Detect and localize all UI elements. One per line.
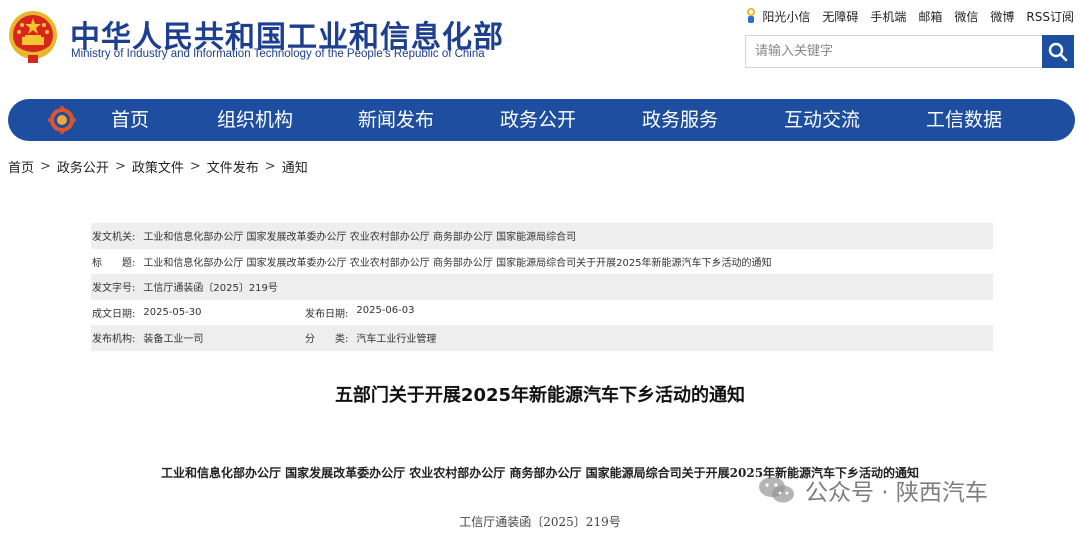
breadcrumb-separator: > <box>40 158 51 174</box>
breadcrumb-home[interactable]: 首页 <box>8 157 34 176</box>
top-link-rss[interactable]: RSS订阅 <box>1026 8 1074 25</box>
breadcrumb: 首页 > 政务公开 > 政策文件 > 文件发布 > 通知 <box>8 157 308 176</box>
search-input[interactable] <box>746 36 1042 67</box>
meta-label: 分 类: <box>305 334 349 346</box>
breadcrumb-doc-release[interactable]: 文件发布 <box>207 157 259 176</box>
meta-label: 标 题: <box>92 257 136 269</box>
breadcrumb-notice[interactable]: 通知 <box>282 157 308 176</box>
top-link-label: 阳光小信 <box>762 9 811 24</box>
breadcrumb-separator: > <box>189 158 201 174</box>
breadcrumb-separator: > <box>114 158 126 174</box>
meta-label: 成文日期: <box>92 308 136 320</box>
top-link-mail[interactable]: 邮箱 <box>918 8 942 25</box>
top-link-wechat[interactable]: 微信 <box>954 8 978 25</box>
ministry-logo-icon[interactable] <box>48 106 76 134</box>
search-box <box>745 35 1042 68</box>
national-emblem-icon[interactable] <box>8 10 58 64</box>
meta-col2: 分 类: 汽车工业行业管理 <box>305 330 436 345</box>
meta-row-title: 标 题: 工业和信息化部办公厅 国家发展改革委办公厅 农业农村部办公厅 商务部办… <box>91 249 993 275</box>
top-links: 阳光小信 无障碍 手机端 邮箱 微信 微博 RSS订阅 <box>744 6 1074 26</box>
meta-label: 发布机构: <box>92 334 136 346</box>
nav-item-news[interactable]: 新闻发布 <box>358 99 434 141</box>
watermark: 公众号 · 陕西汽车 <box>757 474 988 506</box>
breadcrumb-separator: > <box>264 158 276 174</box>
meta-value: 工业和信息化部办公厅 国家发展改革委办公厅 农业农村部办公厅 商务部办公厅 国家… <box>143 232 577 244</box>
nav-item-organization[interactable]: 组织机构 <box>217 99 293 141</box>
meta-row-issuer: 发文机关: 工业和信息化部办公厅 国家发展改革委办公厅 农业农村部办公厅 商务部… <box>91 223 993 249</box>
meta-row-org: 发布机构: 装备工业一司 分 类: 汽车工业行业管理 <box>91 325 993 351</box>
wechat-icon <box>759 477 794 503</box>
main-nav: 首页 组织机构 新闻发布 政务公开 政务服务 互动交流 工信数据 <box>8 99 1075 141</box>
meta-value: 装备工业一司 <box>143 334 204 346</box>
top-link-mobile[interactable]: 手机端 <box>870 8 906 25</box>
nav-item-gov-services[interactable]: 政务服务 <box>642 99 718 141</box>
nav-item-interaction[interactable]: 互动交流 <box>784 99 860 141</box>
top-link-accessibility[interactable]: 无障碍 <box>822 8 858 25</box>
nav-item-gov-affairs[interactable]: 政务公开 <box>500 99 576 141</box>
meta-label: 发布日期: <box>305 308 349 320</box>
site-title-en[interactable]: Ministry of Industry and Information Tec… <box>71 48 485 60</box>
article-doc-number: 工信厅通装函〔2025〕219号 <box>459 515 621 529</box>
meta-row-dates: 成文日期: 2025-05-30 发布日期: 2025-06-03 <box>91 300 993 326</box>
meta-label: 发文机关: <box>92 232 136 244</box>
meta-label: 发文字号: <box>92 283 136 295</box>
meta-value: 工业和信息化部办公厅 国家发展改革委办公厅 农业农村部办公厅 商务部办公厅 国家… <box>143 257 772 269</box>
meta-value: 2025-05-30 <box>143 306 202 318</box>
breadcrumb-gov-affairs[interactable]: 政务公开 <box>57 157 109 176</box>
meta-col2: 发布日期: 2025-06-03 <box>305 305 415 320</box>
watermark-text: 公众号 · 陕西汽车 <box>805 480 988 506</box>
meta-value: 2025-06-03 <box>356 304 415 316</box>
article-title: 五部门关于开展2025年新能源汽车下乡活动的通知 <box>334 385 746 406</box>
search-icon <box>1048 42 1068 61</box>
top-link-sunshine[interactable]: 阳光小信 <box>744 7 810 25</box>
meta-value: 汽车工业行业管理 <box>356 334 437 346</box>
breadcrumb-policy-docs[interactable]: 政策文件 <box>132 157 184 176</box>
site-header: 中华人民共和国工业和信息化部 Ministry of Industry and … <box>0 0 1080 98</box>
nav-item-home[interactable]: 首页 <box>111 99 149 141</box>
search-button[interactable] <box>1042 35 1074 68</box>
document-meta-table: 发文机关: 工业和信息化部办公厅 国家发展改革委办公厅 农业农村部办公厅 商务部… <box>91 223 993 351</box>
top-link-weibo[interactable]: 微博 <box>990 8 1014 25</box>
meta-value: 工信厅通装函〔2025〕219号 <box>143 283 278 295</box>
nav-item-data[interactable]: 工信数据 <box>926 99 1002 141</box>
meta-row-docno: 发文字号: 工信厅通装函〔2025〕219号 <box>91 274 993 300</box>
sunshine-mascot-icon <box>747 8 756 23</box>
